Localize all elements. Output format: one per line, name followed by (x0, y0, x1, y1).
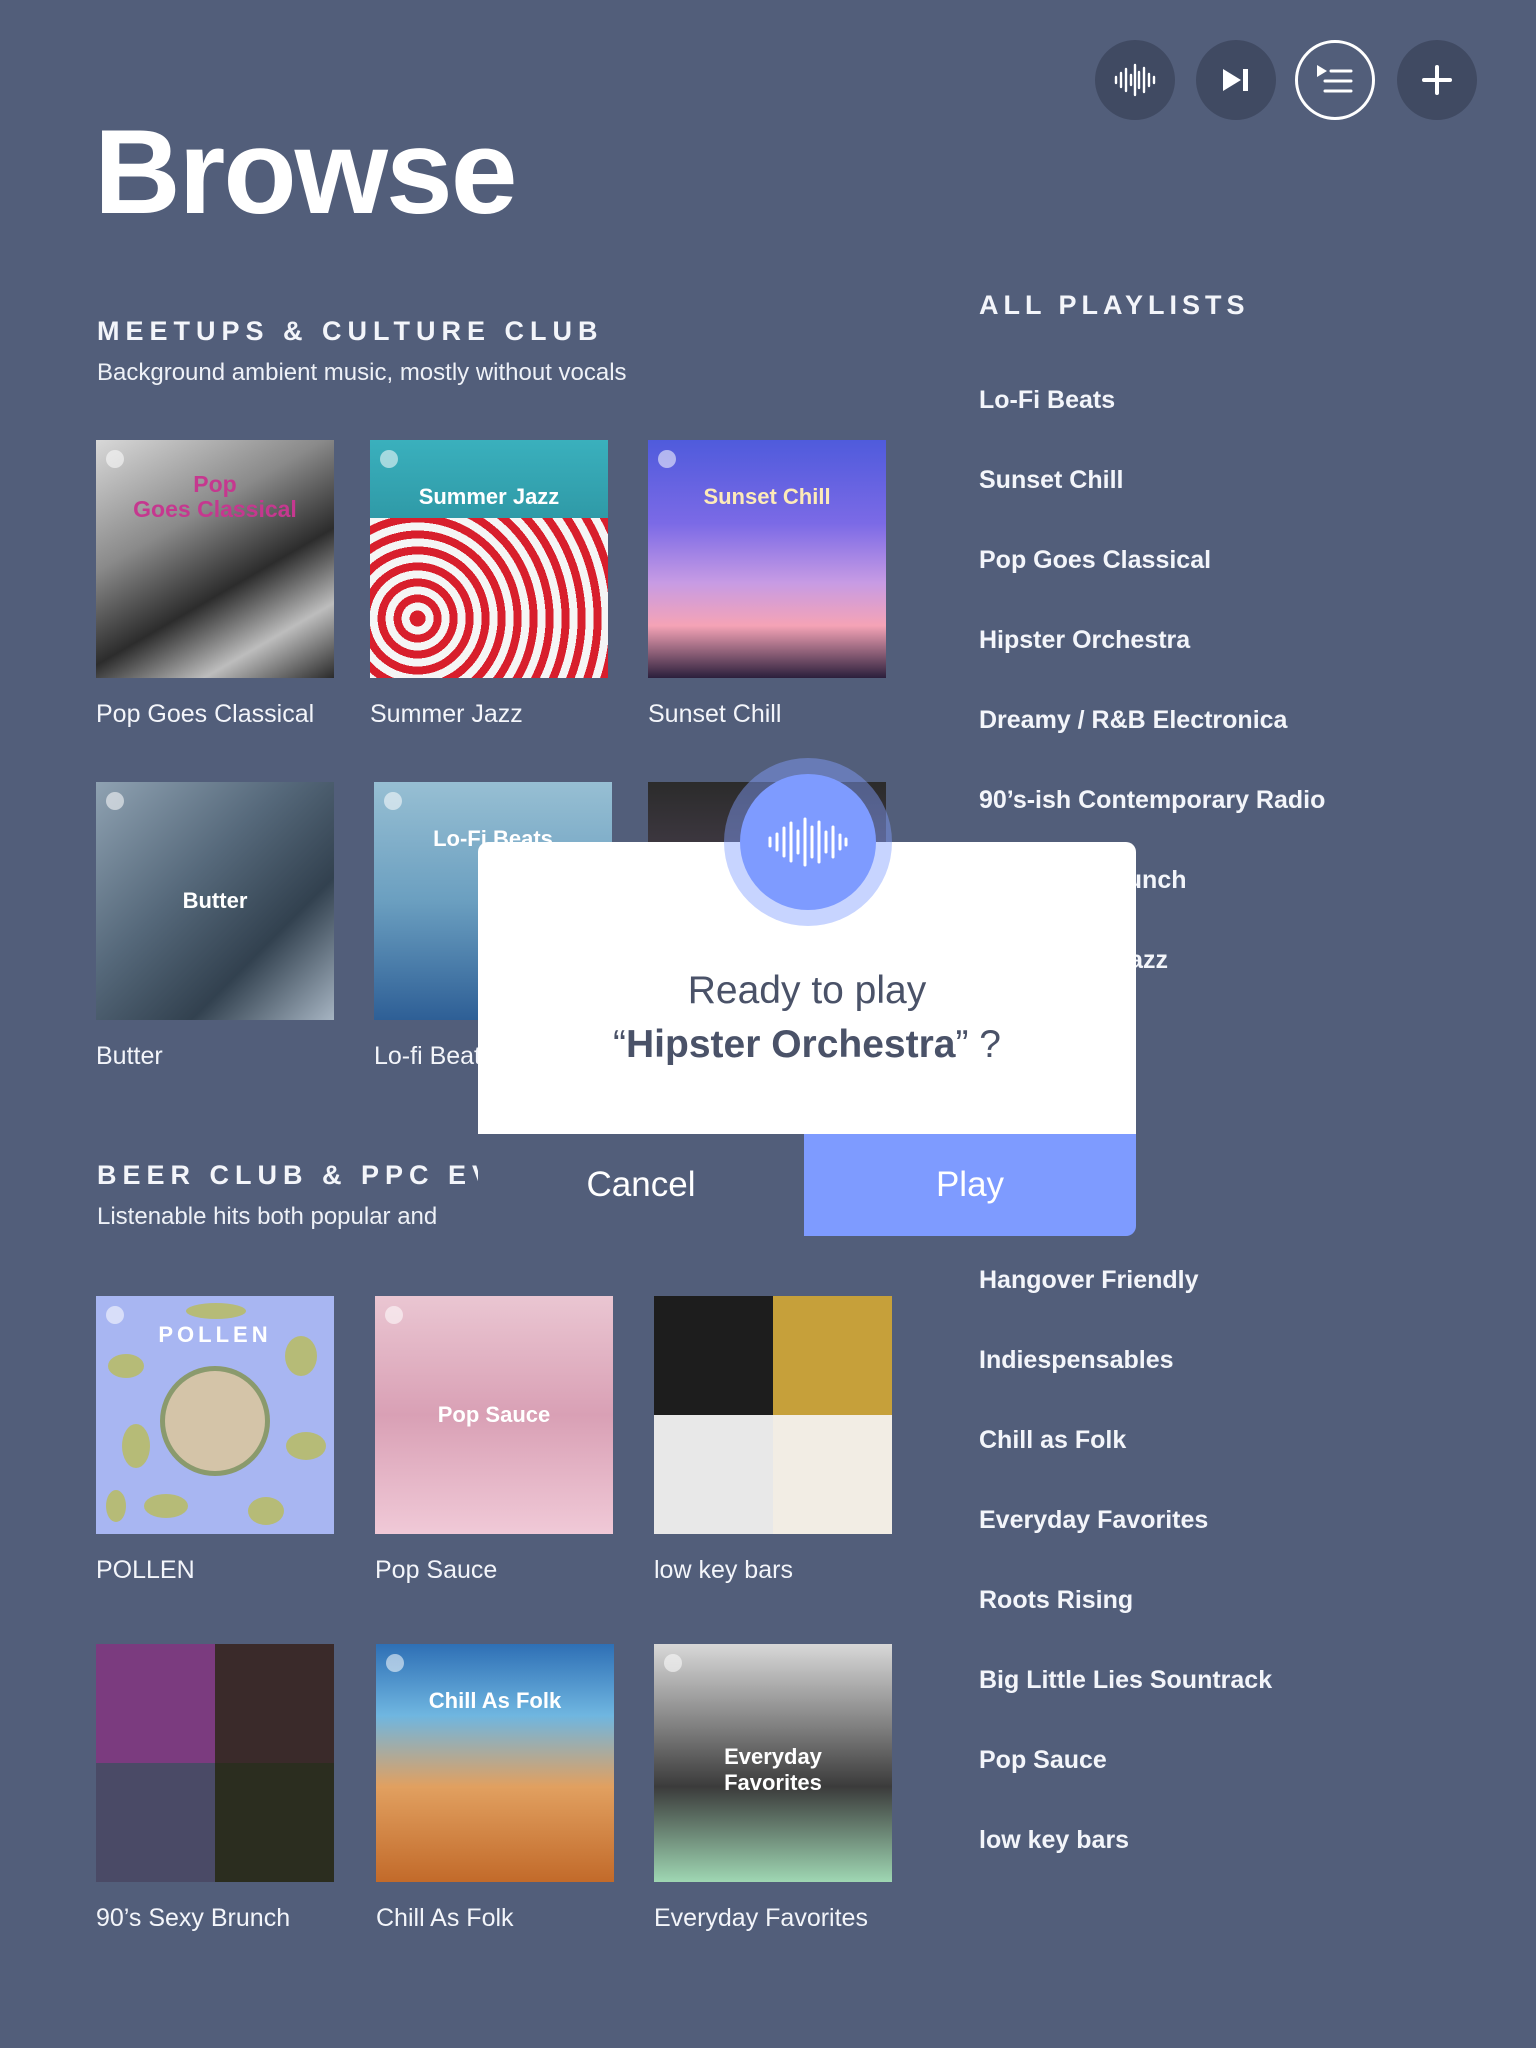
playlist-list-item[interactable]: Pop Goes Classical (979, 546, 1211, 575)
spotify-icon (658, 450, 676, 468)
playlist-cover: Everyday Favorites (654, 1644, 892, 1882)
playlist-list-item[interactable]: 90’s-ish Contemporary Radio (979, 786, 1325, 815)
playlist-tile-sunset-chill[interactable]: Sunset Chill Sunset Chill (648, 440, 886, 729)
playlist-label: POLLEN (96, 1556, 195, 1584)
playlist-cover (654, 1296, 892, 1534)
playlist-list-item[interactable]: Everyday Favorites (979, 1506, 1208, 1535)
playlist-list-item[interactable]: Indiespensables (979, 1346, 1174, 1375)
playlist-tile-pollen[interactable]: POLLEN POLLEN (96, 1296, 334, 1585)
playlist-label: Everyday Favorites (654, 1904, 868, 1932)
playlist-cover: Pop Sauce (375, 1296, 613, 1534)
page-title: Browse (94, 105, 517, 239)
play-button[interactable]: Play (804, 1134, 1136, 1236)
playlist-list-item[interactable]: Hipster Orchestra (979, 626, 1190, 655)
cover-title: Sunset Chill (703, 484, 831, 509)
cover-title: Pop Sauce (437, 1402, 551, 1427)
cover-title: Everyday Favorites (724, 1744, 822, 1795)
cover-title: Pop Goes Classical (133, 471, 297, 522)
voice-indicator (724, 758, 892, 926)
voice-control-button[interactable] (1095, 40, 1175, 120)
playlist-tile-butter[interactable]: Butter Butter (96, 782, 334, 1071)
album-art (773, 1415, 892, 1534)
dialog-playlist-name: Hipster Orchestra (626, 1023, 956, 1066)
playlist-cover (96, 1644, 334, 1882)
spotify-icon (380, 450, 398, 468)
playlist-tile-pop-goes-classical[interactable]: Pop Goes Classical Pop Goes Classical (96, 440, 334, 729)
all-playlists-title: ALL PLAYLISTS (979, 290, 1250, 320)
playlist-label: Butter (96, 1042, 163, 1070)
playlist-list-item[interactable]: Big Little Lies Sountrack (979, 1666, 1272, 1695)
cancel-button[interactable]: Cancel (478, 1134, 804, 1236)
album-art (96, 1763, 215, 1882)
playlist-tile-pop-sauce[interactable]: Pop Sauce Pop Sauce (375, 1296, 613, 1585)
section-header: MEETUPS & CULTURE CLUB Background ambien… (97, 316, 627, 387)
playlist-tile-everyday-favorites[interactable]: Everyday Favorites Everyday Favorites (654, 1644, 892, 1933)
playlist-label: Chill As Folk (376, 1904, 514, 1932)
playlist-label: 90’s Sexy Brunch (96, 1904, 291, 1932)
playlist-list-item[interactable]: Lo-Fi Beats (979, 386, 1115, 415)
playlist-cover: Summer Jazz (370, 440, 608, 678)
album-art (773, 1296, 892, 1415)
playlist-list-item[interactable]: low key bars (979, 1826, 1129, 1855)
play-confirm-dialog: Ready to play “Hipster Orchestra” ? Canc… (478, 758, 1136, 1236)
album-art (96, 1644, 215, 1763)
playlist-list-item[interactable]: Sunset Chill (979, 466, 1123, 495)
album-art (654, 1296, 773, 1415)
add-button[interactable] (1397, 40, 1477, 120)
top-controls (1095, 40, 1477, 120)
spotify-icon (106, 450, 124, 468)
playlist-cover: Chill As Folk (376, 1644, 614, 1882)
playlist-cover: POLLEN (96, 1296, 334, 1534)
cover-title: POLLEN (158, 1322, 272, 1347)
playlist-tile-chill-as-folk[interactable]: Chill As Folk Chill As Folk (376, 1644, 614, 1933)
spotify-icon (386, 1654, 404, 1672)
album-art (215, 1644, 334, 1763)
spotify-icon (384, 792, 402, 810)
playlist-tile-summer-jazz[interactable]: Summer Jazz Summer Jazz (370, 440, 608, 729)
queue-button[interactable] (1295, 40, 1375, 120)
dialog-message: Ready to play “Hipster Orchestra” ? (478, 964, 1136, 1072)
spotify-icon (385, 1306, 403, 1324)
playlist-tile-low-key-bars[interactable]: low key bars (654, 1296, 892, 1585)
skip-next-button[interactable] (1196, 40, 1276, 120)
playlist-label: Sunset Chill (648, 700, 782, 728)
skip-next-icon (1223, 69, 1248, 91)
playlist-label: Pop Goes Classical (96, 700, 315, 728)
dialog-line2: “Hipster Orchestra” ? (613, 1023, 1001, 1066)
album-art (654, 1415, 773, 1534)
waveform-icon (768, 817, 848, 867)
waveform-icon (1114, 63, 1156, 97)
playlist-cover: Sunset Chill (648, 440, 886, 678)
playlist-label: Summer Jazz (370, 700, 523, 728)
playlist-list-item[interactable]: Roots Rising (979, 1586, 1133, 1615)
cover-title: Summer Jazz (418, 484, 560, 509)
cover-title: Butter (182, 888, 248, 913)
section-title: MEETUPS & CULTURE CLUB (97, 316, 604, 346)
playlist-cover: Pop Goes Classical (96, 440, 334, 678)
playlist-list-item[interactable]: Chill as Folk (979, 1426, 1126, 1455)
playlist-cover: Butter (96, 782, 334, 1020)
album-art (215, 1763, 334, 1882)
playlist-list-item[interactable]: Dreamy / R&B Electronica (979, 706, 1287, 735)
section-subtitle: Background ambient music, mostly without… (97, 359, 627, 386)
spotify-icon (664, 1654, 682, 1672)
cover-title: Chill As Folk (428, 1688, 562, 1713)
playlist-tile-90s-sexy-brunch[interactable]: 90’s Sexy Brunch (96, 1644, 334, 1933)
voice-indicator-core (740, 774, 876, 910)
queue-icon (1317, 65, 1353, 93)
spotify-icon (106, 792, 124, 810)
dialog-line1: Ready to play (687, 969, 927, 1012)
playlist-list-item[interactable]: Pop Sauce (979, 1746, 1107, 1775)
playlist-label: low key bars (654, 1556, 793, 1584)
playlist-list-item[interactable]: Hangover Friendly (979, 1266, 1199, 1295)
playlist-label: Pop Sauce (375, 1556, 498, 1584)
plus-icon (1422, 65, 1452, 95)
